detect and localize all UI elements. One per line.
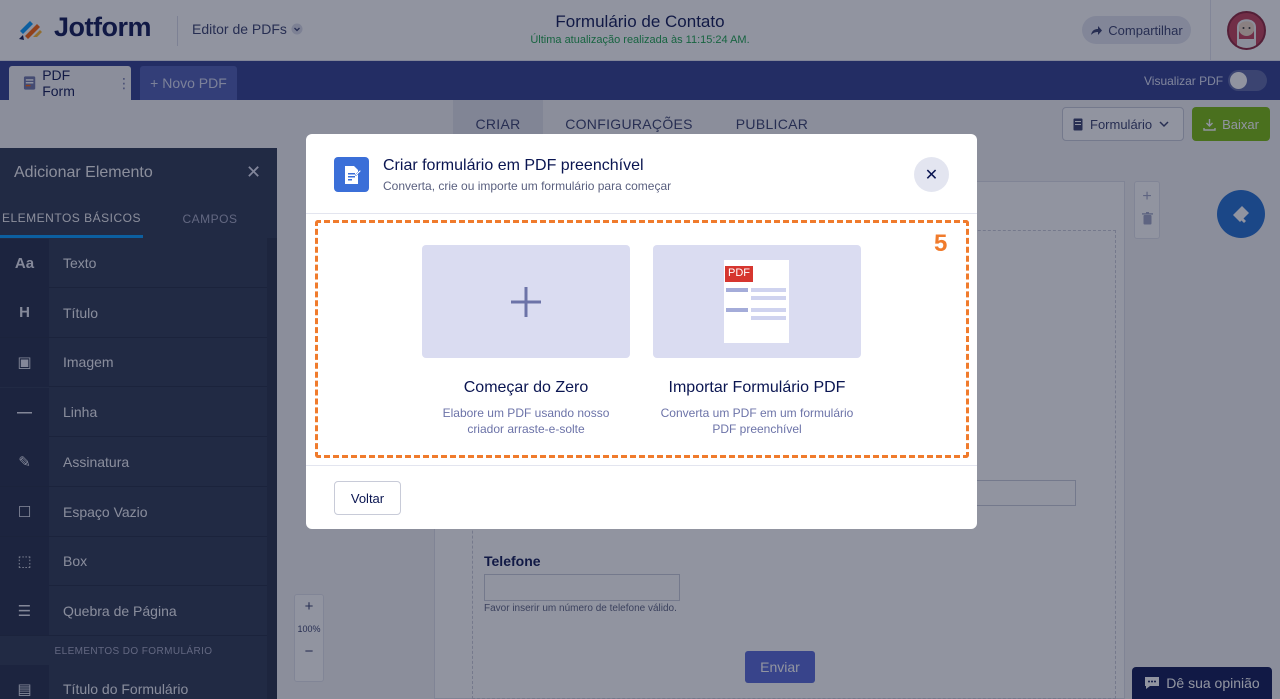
back-button[interactable]: Voltar [334,481,401,515]
modal-title: Criar formulário em PDF preenchível [383,157,644,174]
close-icon: ✕ [924,166,939,184]
modal-subtitle: Converta, crie ou importe um formulário … [383,179,672,193]
modal-divider [306,465,977,466]
fillable-pdf-icon [334,157,369,192]
close-modal-button[interactable]: ✕ [914,157,949,192]
step-number: 5 [934,230,948,257]
modal-divider [306,213,977,214]
step-highlight [315,220,969,458]
